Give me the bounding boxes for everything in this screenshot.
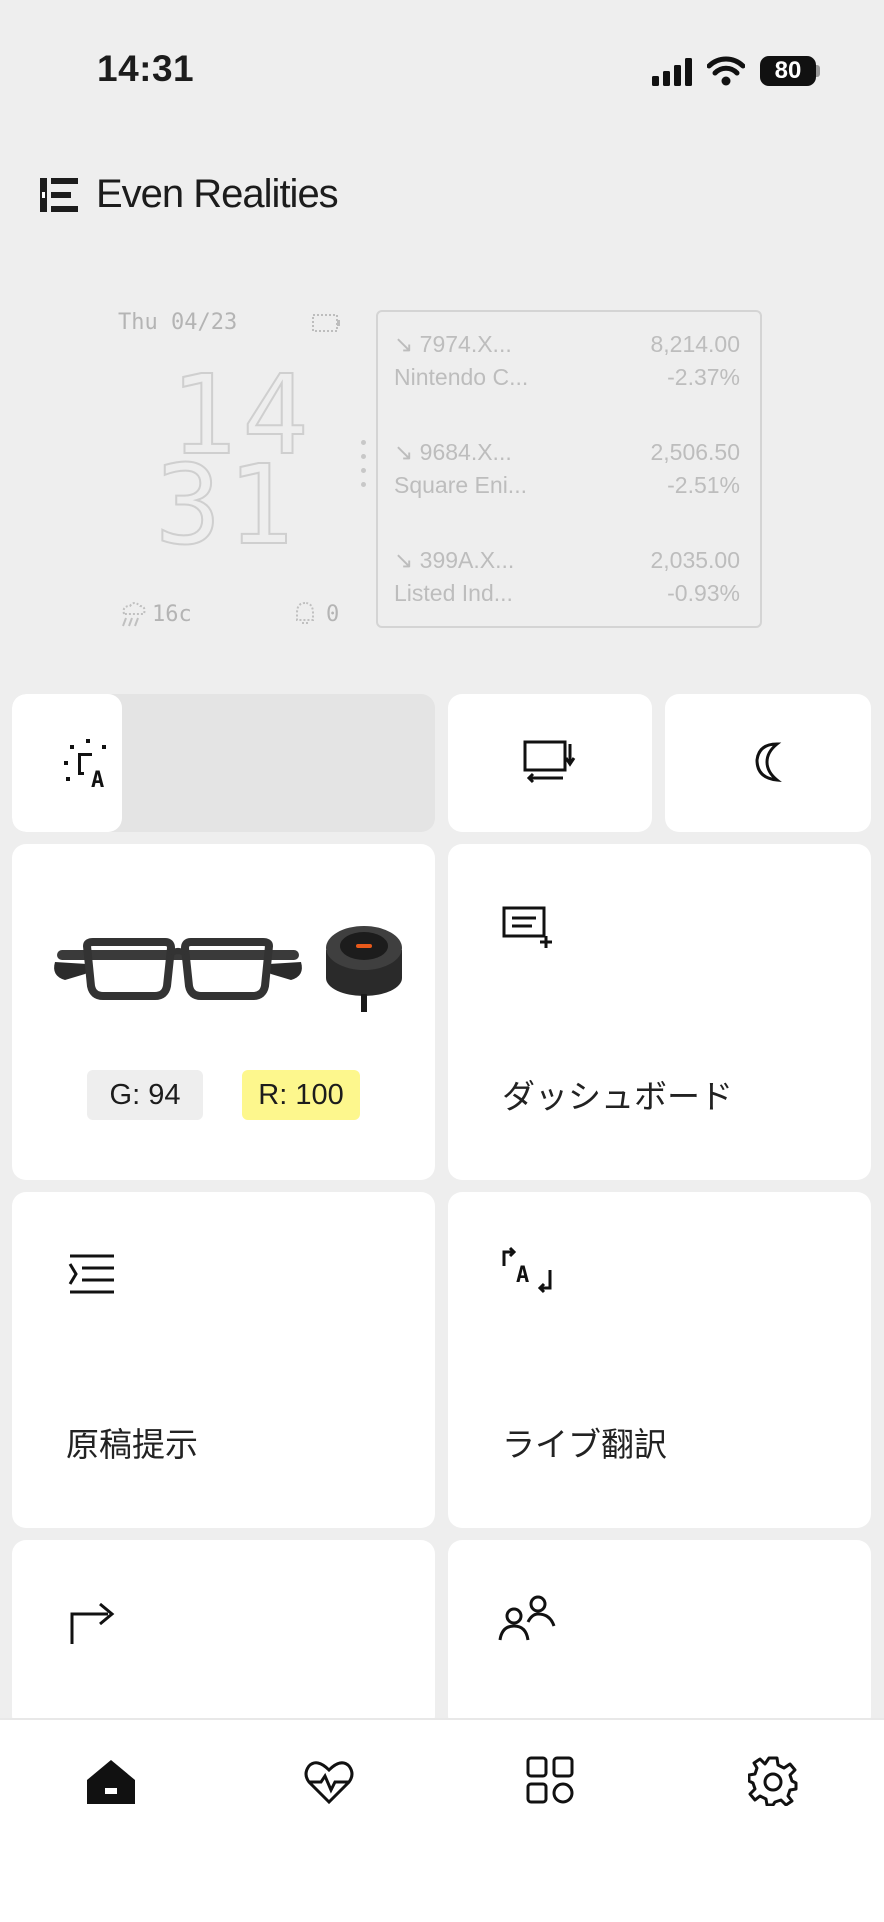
hud-minute: 31	[154, 441, 300, 569]
svg-text:A: A	[516, 1263, 529, 1288]
stock-item: ↘ 9684.X... 2,506.50 Square Eni... -2.51%	[394, 436, 740, 502]
hud-temperature: 16c	[152, 602, 192, 627]
hud-preview[interactable]: Thu 04/23 14 31 16c 0	[100, 300, 370, 630]
navigation-card[interactable]	[12, 1540, 435, 1730]
battery-tip	[816, 65, 820, 77]
teleprompter-label: 原稿提示	[66, 1425, 198, 1464]
stock-price: 2,506.50	[650, 439, 740, 465]
ring-charger-image	[326, 926, 402, 1012]
preview-pager	[361, 440, 367, 500]
brightness-slider[interactable]: A	[12, 694, 435, 832]
stocks-widget[interactable]: ↘ 7974.X... 8,214.00 Nintendo C... -2.37% …	[376, 310, 762, 628]
moon-icon	[755, 742, 782, 782]
right-battery-badge: R: 100	[242, 1070, 360, 1120]
settings-icon[interactable]	[748, 1756, 798, 1806]
stock-price: 2,035.00	[650, 547, 740, 573]
stock-symbol: ↘ 9684.X...	[394, 439, 512, 465]
dashboard-label: ダッシュボード	[502, 1077, 733, 1116]
stock-name: Listed Ind...	[394, 580, 513, 606]
hud-battery-icon	[312, 314, 340, 332]
wifi-icon	[707, 56, 745, 86]
stock-price: 8,214.00	[650, 331, 740, 357]
stock-change: -2.51%	[667, 472, 740, 498]
dashboard-icon	[502, 906, 552, 948]
translate-label: ライブ翻訳	[502, 1425, 667, 1464]
home-icon[interactable]	[85, 1758, 137, 1806]
stock-item: ↘ 399A.X... 2,035.00 Listed Ind... -0.93%	[394, 544, 740, 610]
stock-change: -2.37%	[667, 364, 740, 390]
svg-text:A: A	[91, 768, 104, 791]
display-toggle-button[interactable]	[448, 694, 652, 832]
battery-indicator: 80	[760, 56, 816, 86]
menu-icon[interactable]	[40, 178, 78, 212]
apps-icon[interactable]	[526, 1756, 576, 1806]
brightness-auto-icon: A	[64, 739, 106, 791]
translate-card[interactable]: A ライブ翻訳	[448, 1192, 871, 1528]
teleprompter-icon	[68, 1254, 114, 1294]
hud-notification-count: 0	[326, 602, 340, 627]
stock-name: Square Eni...	[394, 472, 527, 498]
stock-name: Nintendo C...	[394, 364, 529, 390]
translate-icon: A	[502, 1246, 552, 1294]
stock-symbol: ↘ 399A.X...	[394, 547, 515, 573]
navigation-icon	[70, 1602, 115, 1644]
display-icon	[523, 740, 576, 784]
people-icon	[498, 1595, 556, 1641]
teleprompter-card[interactable]: 原稿提示	[12, 1192, 435, 1528]
health-icon[interactable]	[303, 1758, 355, 1806]
dashboard-card[interactable]: ダッシュボード	[448, 844, 871, 1180]
left-battery-badge: G: 94	[87, 1070, 203, 1120]
stock-change: -0.93%	[667, 580, 740, 606]
stock-item: ↘ 7974.X... 8,214.00 Nintendo C... -2.37%	[394, 328, 740, 394]
glasses-image	[54, 938, 302, 1000]
silent-mode-button[interactable]	[665, 694, 871, 832]
status-time: 14:31	[97, 48, 195, 89]
brand-title: Even Realities	[96, 172, 339, 216]
conversate-card[interactable]	[448, 1540, 871, 1730]
stock-symbol: ↘ 7974.X...	[394, 331, 512, 357]
hud-rain-icon	[122, 602, 146, 627]
hud-bell-icon	[296, 601, 314, 624]
cellular-signal-icon	[652, 58, 692, 86]
device-card[interactable]: G: 94 R: 100	[12, 844, 435, 1180]
hud-date: Thu 04/23	[118, 310, 238, 335]
tab-bar	[0, 1718, 884, 1922]
